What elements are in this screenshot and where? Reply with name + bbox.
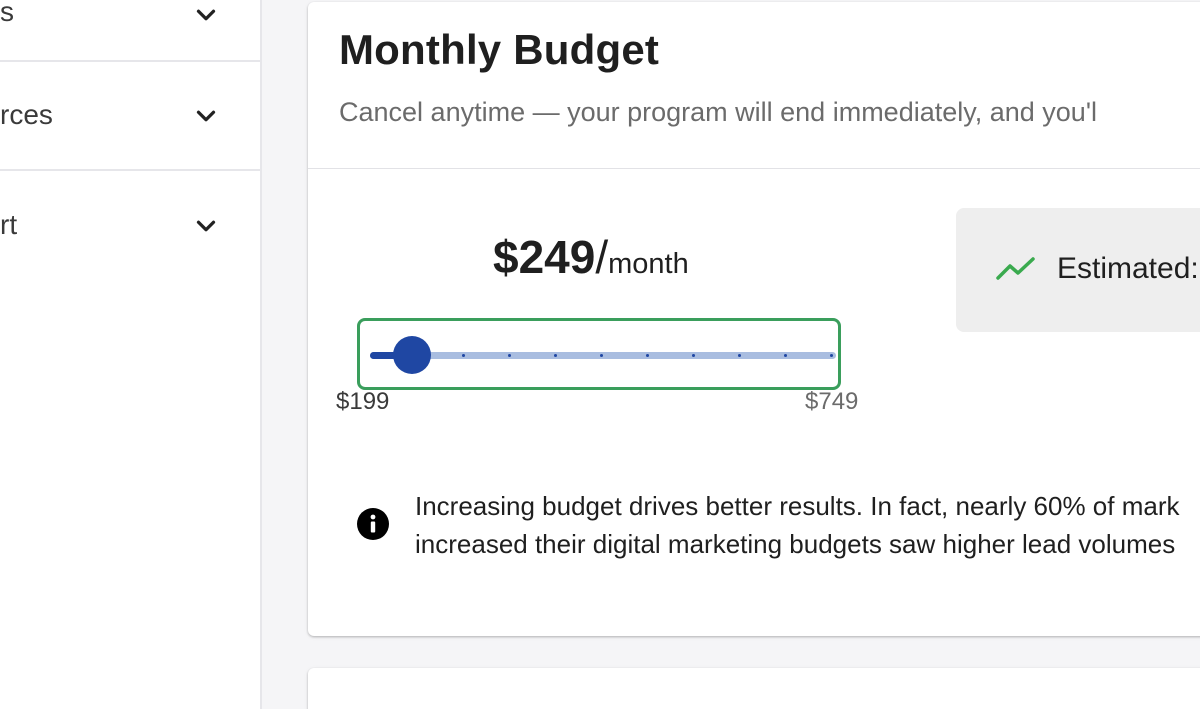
slider-tick bbox=[554, 354, 557, 357]
price-amount: $249 bbox=[493, 231, 596, 283]
slider-tick bbox=[600, 354, 603, 357]
card-subtitle: Cancel anytime — your program will end i… bbox=[339, 97, 1097, 127]
info-icon bbox=[356, 507, 390, 541]
info-line: increased their digital marketing budget… bbox=[415, 529, 1176, 559]
slider-tick bbox=[738, 354, 741, 357]
slider-track[interactable] bbox=[370, 336, 836, 374]
info-message: Increasing budget drives better results.… bbox=[415, 487, 1200, 563]
chevron-down-icon bbox=[191, 211, 221, 241]
slider-tick bbox=[784, 354, 787, 357]
chevron-down-icon bbox=[191, 101, 221, 131]
slider-tick bbox=[692, 354, 695, 357]
estimate-label: Estimated: bbox=[1057, 252, 1199, 285]
divider bbox=[308, 168, 1200, 169]
estimate-panel: Estimated: bbox=[956, 208, 1200, 332]
price-display: $249/month bbox=[493, 230, 689, 284]
budget-slider[interactable] bbox=[357, 318, 841, 390]
slider-tick bbox=[830, 354, 833, 357]
slider-tick bbox=[646, 354, 649, 357]
slider-max-label: $749 bbox=[805, 388, 859, 415]
slider-tick bbox=[508, 354, 511, 357]
card-title: Monthly Budget bbox=[339, 26, 660, 73]
sidebar-item-label: rces bbox=[0, 99, 53, 130]
sidebar-item-resources[interactable]: rces bbox=[0, 61, 260, 171]
chevron-down-icon bbox=[191, 0, 221, 30]
slider-min-label: $199 bbox=[336, 388, 390, 415]
sidebar: s rces rt bbox=[0, 0, 262, 709]
sidebar-item-1[interactable]: s bbox=[0, 0, 260, 62]
screen: s rces rt Monthly Budget Cancel anytime … bbox=[0, 0, 1200, 709]
slider-thumb[interactable] bbox=[393, 336, 431, 374]
info-line: Increasing budget drives better results.… bbox=[415, 491, 1180, 521]
monthly-budget-card: Monthly Budget Cancel anytime — your pro… bbox=[308, 2, 1200, 636]
sidebar-item-support[interactable]: rt bbox=[0, 171, 260, 279]
sidebar-item-label: rt bbox=[0, 209, 18, 240]
next-card bbox=[308, 668, 1200, 709]
trending-up-icon bbox=[996, 254, 1036, 284]
slider-tick bbox=[462, 354, 465, 357]
price-period: month bbox=[608, 248, 689, 280]
price-slash: / bbox=[595, 231, 609, 283]
sidebar-item-label: s bbox=[0, 0, 14, 27]
